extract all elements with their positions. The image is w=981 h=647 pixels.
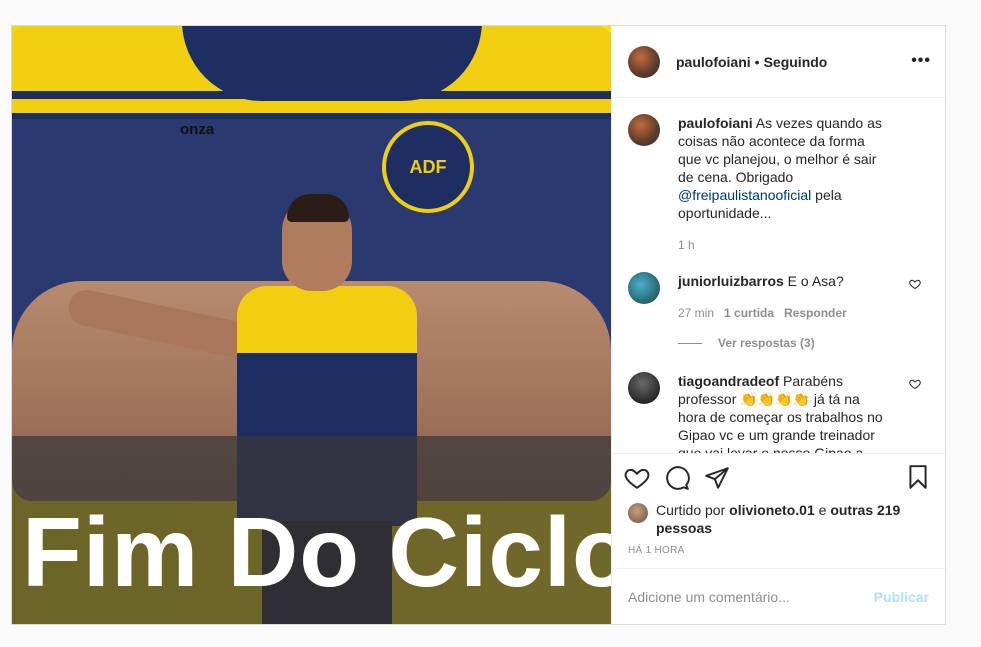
likes-summary: Curtido por olivioneto.01 e outras 219 p… xyxy=(612,501,945,537)
avatar[interactable] xyxy=(628,272,660,304)
heart-icon[interactable] xyxy=(909,278,921,290)
view-replies[interactable]: Ver respostas (3) xyxy=(678,336,929,350)
post-image[interactable]: onza ADF Fim Do Ciclo xyxy=(12,26,611,624)
liker-username[interactable]: olivioneto.01 xyxy=(729,502,815,518)
image-caption: Fim Do Ciclo xyxy=(22,497,611,607)
comment-icon[interactable] xyxy=(664,465,690,491)
comment-time: 27 min xyxy=(678,306,715,320)
likes-mid: e xyxy=(814,502,831,518)
caption-time: 1 h xyxy=(678,238,695,252)
action-bar xyxy=(612,453,945,501)
comment-username[interactable]: juniorluizbarros xyxy=(678,273,784,289)
follow-status[interactable]: Seguindo xyxy=(764,54,828,70)
comment-username[interactable]: tiagoandradeof xyxy=(678,373,779,389)
post-header: paulofoiani • Seguindo ••• xyxy=(612,26,945,98)
mention-link[interactable]: @freipaulistanooficial xyxy=(678,187,811,203)
avatar[interactable] xyxy=(628,372,660,404)
liker-avatar[interactable] xyxy=(628,503,648,523)
comment-text: E o Asa? xyxy=(783,273,844,289)
reply-button[interactable]: Responder xyxy=(784,306,847,320)
header-username[interactable]: paulofoiani xyxy=(676,54,751,70)
separator: • xyxy=(754,53,760,70)
comment-item: juniorluizbarros E o Asa? 27 min 1 curtid… xyxy=(628,272,929,322)
post-timestamp[interactable]: HÁ 1 HORA xyxy=(612,537,945,568)
add-comment-bar: Adicione um comentário... Publicar xyxy=(612,568,945,624)
comment-item: tiagoandradeof Parabéns professor 👏👏👏👏 j… xyxy=(628,372,929,453)
comments-list[interactable]: paulofoiani As vezes quando as coisas nã… xyxy=(612,98,945,453)
post-card: onza ADF Fim Do Ciclo paulofoiani • Segu… xyxy=(11,25,946,625)
comment-likes[interactable]: 1 curtida xyxy=(724,306,774,320)
avatar[interactable] xyxy=(628,45,660,78)
comment-meta: 27 min 1 curtida Responder xyxy=(678,304,888,322)
view-replies-label[interactable]: Ver respostas (3) xyxy=(718,336,815,350)
heart-icon[interactable] xyxy=(909,378,921,390)
heart-icon[interactable] xyxy=(624,465,650,491)
likes-prefix: Curtido por xyxy=(656,502,730,518)
caption-comment: paulofoiani As vezes quando as coisas nã… xyxy=(628,114,929,254)
more-icon[interactable]: ••• xyxy=(911,52,931,70)
caption-username[interactable]: paulofoiani xyxy=(678,115,753,131)
publish-button[interactable]: Publicar xyxy=(874,589,929,605)
share-icon[interactable] xyxy=(704,465,730,491)
post-side-panel: paulofoiani • Seguindo ••• paulofoiani A… xyxy=(611,26,945,624)
brand-logo: onza xyxy=(180,121,215,138)
comment-input[interactable]: Adicione um comentário... xyxy=(628,589,790,605)
avatar[interactable] xyxy=(628,114,660,146)
bookmark-icon[interactable] xyxy=(905,464,931,490)
